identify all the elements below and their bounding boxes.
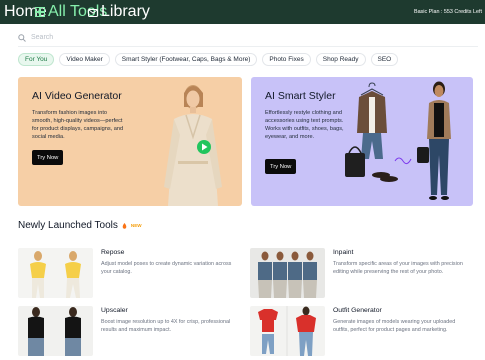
chip-photo-fixes[interactable]: Photo Fixes bbox=[262, 53, 311, 66]
section-title: Newly Launched Tools bbox=[18, 220, 118, 231]
outfit-generator-thumbnail bbox=[250, 306, 325, 356]
search-input[interactable]: Search bbox=[31, 34, 53, 41]
chip-video-maker[interactable]: Video Maker bbox=[59, 53, 110, 66]
tool-description: Transform specific areas of your images … bbox=[333, 261, 463, 275]
upscaler-thumbnail bbox=[18, 306, 93, 356]
tool-card-inpaint[interactable]: Inpaint Transform specific areas of your… bbox=[250, 248, 475, 298]
tool-description: Generate images of models wearing your u… bbox=[333, 319, 456, 333]
library-icon bbox=[88, 8, 98, 17]
search-bar[interactable]: Search bbox=[18, 29, 478, 47]
tool-description: Boost image resolution up to 4X for cris… bbox=[101, 319, 231, 333]
tool-name: Repose bbox=[101, 249, 125, 256]
tool-card-repose[interactable]: Repose Adjust model poses to create dyna… bbox=[18, 248, 243, 298]
credits-status[interactable]: Basic Plan : 553 Credits Left bbox=[414, 0, 482, 24]
tool-name: Upscaler bbox=[101, 307, 128, 314]
styled-outfit-items-image bbox=[345, 81, 451, 200]
inpaint-thumbnail bbox=[250, 248, 325, 298]
tool-card-outfit-generator[interactable]: Outfit Generator Generate images of mode… bbox=[250, 306, 475, 356]
newly-launched-section-header: Newly Launched Tools NEW bbox=[18, 220, 142, 231]
top-navigation-bar: Home All Tools Library Basic Plan : 553 … bbox=[0, 0, 485, 24]
nav-library-label: Library bbox=[101, 3, 150, 20]
banner-title: AI Smart Styler bbox=[265, 90, 336, 102]
grid-icon bbox=[35, 7, 45, 17]
banner-title: AI Video Generator bbox=[32, 90, 122, 102]
ai-smart-styler-banner[interactable]: AI Smart Styler Effortlessly restyle clo… bbox=[251, 77, 473, 206]
chip-smart-styler[interactable]: Smart Styler (Footwear, Caps, Bags & Mor… bbox=[114, 53, 258, 66]
chip-shop-ready[interactable]: Shop Ready bbox=[315, 53, 366, 66]
chip-for-you[interactable]: For You bbox=[18, 53, 55, 66]
tool-description: Adjust model poses to create dynamic var… bbox=[101, 261, 232, 275]
model-trench-coat-image bbox=[164, 85, 222, 206]
category-chips: For You Video Maker Smart Styler (Footwe… bbox=[18, 53, 399, 66]
search-icon bbox=[18, 33, 26, 42]
ai-video-generator-banner[interactable]: AI Video Generator Transform fashion ima… bbox=[18, 77, 242, 206]
tool-card-upscaler[interactable]: Upscaler Boost image resolution up to 4X… bbox=[18, 306, 243, 356]
nav-library[interactable]: Library bbox=[88, 0, 150, 24]
chip-seo[interactable]: SEO bbox=[370, 53, 399, 66]
new-badge: NEW bbox=[130, 223, 142, 228]
fire-icon bbox=[122, 222, 127, 229]
banner-description: Transform fashion images into smooth, hi… bbox=[32, 110, 124, 140]
tool-name: Inpaint bbox=[333, 249, 354, 256]
try-now-button[interactable]: Try Now bbox=[32, 150, 64, 165]
try-now-button[interactable]: Try Now bbox=[265, 159, 297, 174]
repose-thumbnail bbox=[18, 248, 93, 298]
tool-name: Outfit Generator bbox=[333, 307, 382, 314]
